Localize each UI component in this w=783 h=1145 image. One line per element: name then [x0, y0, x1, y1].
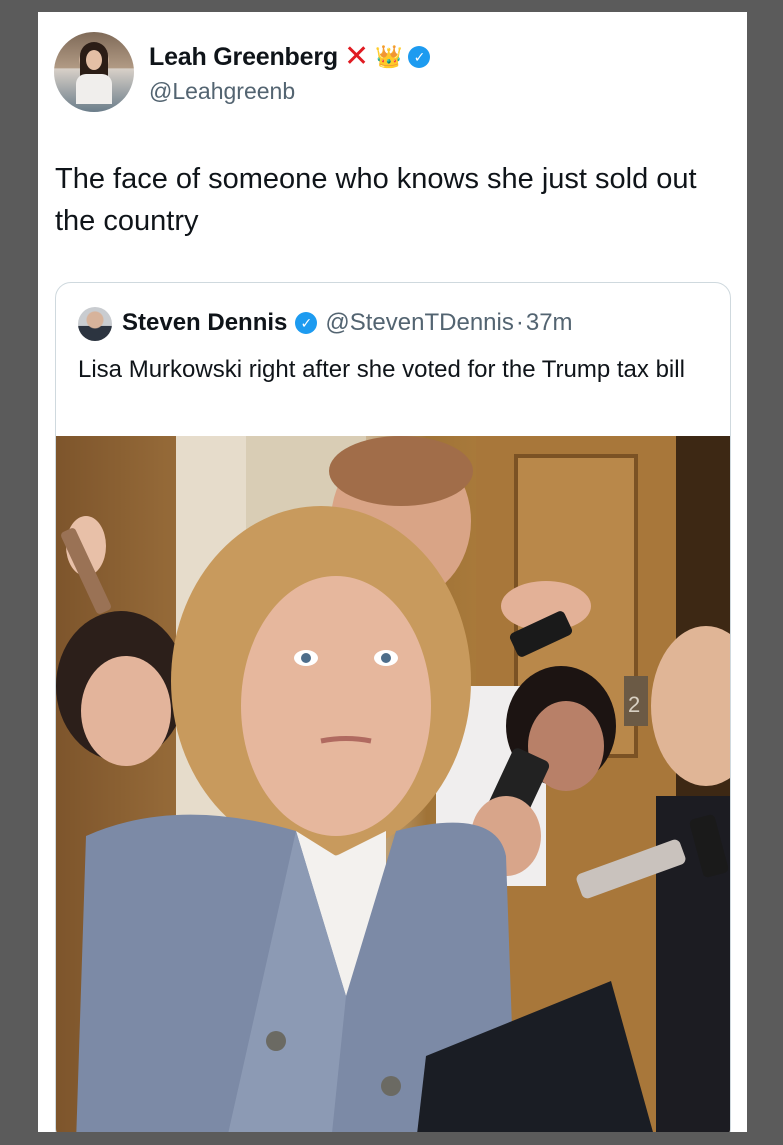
verified-badge-icon: ✓	[408, 46, 431, 68]
red-x-icon: ✕	[343, 40, 370, 73]
quoted-tweet[interactable]: Steven Dennis ✓ @StevenTDennis · 37m Lis…	[55, 282, 731, 1132]
elevator-number-sign: 2	[628, 692, 640, 717]
quoted-tweet-text: Lisa Murkowski right after she voted for…	[78, 356, 685, 383]
quoted-author-handle[interactable]: @StevenTDennis	[325, 309, 513, 337]
quoted-timestamp[interactable]: 37m	[526, 309, 573, 337]
author-name[interactable]: Leah Greenberg	[149, 43, 338, 72]
quoted-separator: ·	[515, 309, 524, 336]
tweet-card: Leah Greenberg ✕ 👑 ✓ @Leahgreenb The fac…	[38, 12, 747, 1132]
quoted-header: Steven Dennis ✓ @StevenTDennis · 37m	[122, 309, 573, 337]
quoted-author-name[interactable]: Steven Dennis	[122, 309, 287, 337]
author-avatar[interactable]	[54, 32, 134, 112]
crown-icon: 👑	[375, 44, 403, 69]
photo-illustration: 2	[56, 436, 730, 1132]
tweet-text: The face of someone who knows she just s…	[55, 163, 697, 237]
author-name-row: Leah Greenberg ✕ 👑 ✓	[149, 40, 431, 73]
quoted-photo[interactable]: 2	[56, 436, 730, 1132]
quoted-author-avatar[interactable]	[78, 307, 112, 341]
quoted-verified-badge-icon: ✓	[295, 312, 318, 334]
author-handle[interactable]: @Leahgreenb	[149, 78, 295, 105]
